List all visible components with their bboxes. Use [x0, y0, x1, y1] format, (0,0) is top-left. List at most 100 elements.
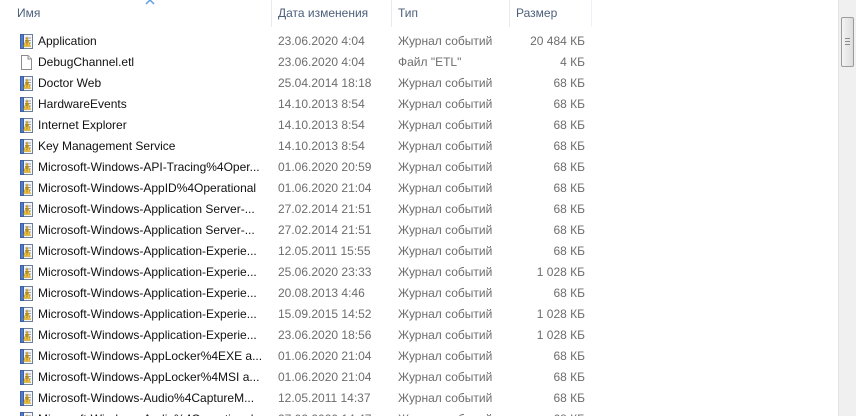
- file-name: Microsoft-Windows-Application-Experie...: [38, 244, 257, 258]
- file-name: Key Management Service: [38, 139, 176, 153]
- event-log-icon: [19, 223, 33, 238]
- column-header-size[interactable]: Размер: [510, 0, 592, 27]
- file-type: Журнал событий: [398, 370, 493, 384]
- file-modified-date: 27.02.2020 14:47: [278, 409, 388, 416]
- file-modified-date: 14.10.2013 8:54: [278, 97, 365, 111]
- file-modified-date: 25.04.2014 18:18: [278, 76, 372, 90]
- file-row[interactable]: Microsoft-Windows-Application-Experie...…: [0, 304, 838, 325]
- file-type: Журнал событий: [398, 97, 493, 111]
- file-type: Журнал событий: [398, 223, 493, 237]
- column-header-type-label: Тип: [398, 6, 419, 20]
- file-modified-date: 23.06.2020 4:04: [278, 34, 365, 48]
- file-size: 68 КБ: [553, 160, 585, 174]
- file-name: HardwareEvents: [38, 97, 127, 111]
- file-row[interactable]: Doctor Web 25.04.2014 18:18 Журнал событий…: [0, 73, 838, 94]
- column-header-name[interactable]: Имя: [11, 0, 272, 27]
- file-size: 68 КБ: [553, 223, 585, 237]
- file-type: Журнал событий: [398, 202, 493, 216]
- file-row[interactable]: Microsoft-Windows-AppLocker%4EXE a... 01.…: [0, 346, 838, 367]
- event-log-icon: [19, 412, 33, 416]
- file-modified-date: 27.02.2014 21:51: [278, 202, 372, 216]
- file-size: 1 028 КБ: [536, 307, 585, 321]
- file-size: 1 028 КБ: [536, 328, 585, 342]
- file-row[interactable]: Key Management Service 14.10.2013 8:54 Жур…: [0, 136, 838, 157]
- file-modified-date: 25.06.2020 23:33: [278, 265, 372, 279]
- file-modified-date: 14.10.2013 8:54: [278, 118, 365, 132]
- file-row[interactable]: Application 23.06.2020 4:04 Журнал событий…: [0, 31, 838, 52]
- file-type: Журнал событий: [398, 265, 493, 279]
- file-row[interactable]: Microsoft-Windows-Application Server-...…: [0, 199, 838, 220]
- file-size: 4 КБ: [560, 55, 585, 69]
- file-modified-date: 12.05.2011 15:55: [278, 244, 371, 258]
- file-row[interactable]: Microsoft-Windows-Application-Experie...…: [0, 325, 838, 346]
- column-header-date[interactable]: Дата изменения: [272, 0, 392, 27]
- event-log-icon: [19, 97, 33, 112]
- column-header-size-label: Размер: [516, 6, 558, 20]
- file-name: Microsoft-Windows-AppLocker%4MSI a...: [38, 370, 260, 384]
- file-row[interactable]: Microsoft-Windows-AppLocker%4MSI a... 01.…: [0, 367, 838, 388]
- file-row[interactable]: Microsoft-Windows-API-Tracing%4Oper... 01…: [0, 157, 838, 178]
- grip-line: [845, 41, 850, 42]
- file-size: 68 КБ: [553, 391, 585, 405]
- file-name: Internet Explorer: [38, 118, 127, 132]
- file-type: Журнал событий: [398, 160, 493, 174]
- event-log-icon: [19, 370, 33, 385]
- file-modified-date: 14.10.2013 8:54: [278, 139, 365, 153]
- scrollbar-thumb[interactable]: [841, 17, 854, 67]
- file-row[interactable]: Microsoft-Windows-Application-Experie...…: [0, 283, 838, 304]
- file-type: Журнал событий: [398, 76, 493, 90]
- file-type: Журнал событий: [398, 139, 493, 153]
- file-row[interactable]: Microsoft-Windows-Audio%4Operational 27.0…: [0, 409, 838, 416]
- file-row[interactable]: Internet Explorer 14.10.2013 8:54 Журнал с…: [0, 115, 838, 136]
- file-modified-date: 01.06.2020 21:04: [278, 181, 372, 195]
- file-size: 68 КБ: [553, 139, 585, 153]
- file-size: 68 КБ: [553, 370, 585, 384]
- file-size: 68 КБ: [553, 286, 585, 300]
- event-log-icon: [19, 286, 33, 301]
- event-log-icon: [19, 160, 33, 175]
- file-name: Microsoft-Windows-AppLocker%4EXE a...: [38, 349, 263, 363]
- file-name: Microsoft-Windows-Application-Experie...: [38, 307, 257, 321]
- event-log-icon: [19, 307, 33, 322]
- column-header-name-label: Имя: [17, 6, 41, 20]
- event-log-icon: [19, 328, 33, 343]
- file-size: 68 КБ: [553, 118, 585, 132]
- file-row[interactable]: Microsoft-Windows-Application Server-...…: [0, 220, 838, 241]
- file-row[interactable]: Microsoft-Windows-AppID%4Operational 01.0…: [0, 178, 838, 199]
- vertical-scrollbar[interactable]: [838, 0, 856, 416]
- file-row[interactable]: Microsoft-Windows-Application-Experie...…: [0, 262, 838, 283]
- file-name: Doctor Web: [38, 76, 102, 90]
- column-header-bar: Имя Дата изменения Тип Размер: [0, 0, 838, 27]
- file-name: Microsoft-Windows-Application Server-...: [38, 223, 255, 237]
- file-type: Журнал событий: [398, 409, 508, 416]
- file-type: Журнал событий: [398, 391, 493, 405]
- event-log-icon: [19, 139, 33, 154]
- file-name: Application: [38, 34, 97, 48]
- file-name: Microsoft-Windows-Audio%4Operational: [38, 409, 268, 416]
- file-type: Журнал событий: [398, 286, 493, 300]
- grip-line: [845, 44, 850, 45]
- file-size: 68 КБ: [553, 349, 585, 363]
- file-modified-date: 15.09.2015 14:52: [278, 307, 372, 321]
- file-row[interactable]: Microsoft-Windows-Audio%4CaptureM... 12.0…: [0, 388, 838, 409]
- file-row[interactable]: DebugChannel.etl 23.06.2020 4:04 Файл "ETL…: [0, 52, 838, 73]
- file-type: Журнал событий: [398, 349, 493, 363]
- file-type: Файл "ETL": [398, 55, 462, 69]
- file-row[interactable]: Microsoft-Windows-Application-Experie...…: [0, 241, 838, 262]
- file-list: Application 23.06.2020 4:04 Журнал событий…: [0, 31, 838, 416]
- file-name: Microsoft-Windows-AppID%4Operational: [38, 181, 257, 195]
- file-modified-date: 20.08.2013 4:46: [278, 286, 365, 300]
- file-row[interactable]: HardwareEvents 14.10.2013 8:54 Журнал собы…: [0, 94, 838, 115]
- file-name: Microsoft-Windows-Audio%4CaptureM...: [38, 391, 255, 405]
- event-log-icon: [19, 34, 33, 49]
- file-type: Журнал событий: [398, 307, 493, 321]
- event-log-icon: [19, 265, 33, 280]
- column-header-type[interactable]: Тип: [392, 0, 510, 27]
- file-name: Microsoft-Windows-Application-Experie...: [38, 286, 257, 300]
- file-modified-date: 23.06.2020 18:56: [278, 328, 372, 342]
- file-name: Microsoft-Windows-API-Tracing%4Oper...: [38, 160, 260, 174]
- event-log-icon: [19, 349, 33, 364]
- file-name: DebugChannel.etl: [38, 55, 135, 69]
- sort-ascending-icon: [145, 0, 155, 5]
- file-size: 68 КБ: [510, 409, 585, 416]
